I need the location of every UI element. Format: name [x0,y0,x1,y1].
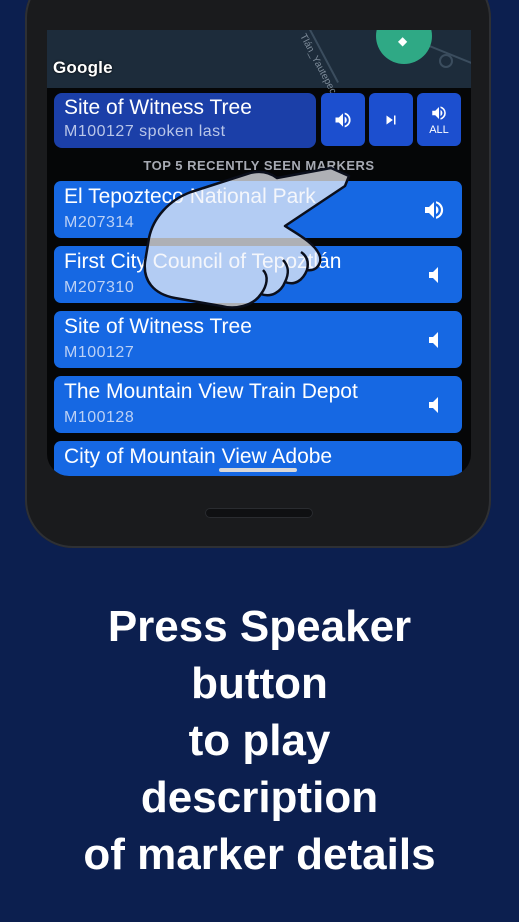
marker-title: El Tepozteco National Park [64,185,316,208]
marker-id: M100128 [64,409,135,426]
speaker-quiet-icon[interactable] [422,328,446,352]
speaker-quiet-icon[interactable] [422,393,446,417]
caption-line: to play [188,716,331,765]
map-view[interactable]: Tlán_Yautepec ◆ Google [47,30,471,96]
speak-button[interactable] [321,93,365,146]
skip-next-button[interactable] [369,93,413,146]
skip-next-icon [386,115,396,124]
map-marker [439,54,453,68]
marker-title: First City Council of Tepoztlán [64,250,342,273]
caption-line: button [191,659,328,708]
speaker-quiet-icon[interactable] [422,263,446,287]
marker-id: M100127 [64,344,135,361]
marker-title: City of Mountain View Adobe [64,445,333,468]
caption-line: of marker details [83,830,436,879]
list-item[interactable]: The Mountain View Train Depot M100128 [54,376,462,433]
section-header: TOP 5 RECENTLY SEEN MARKERS [143,158,375,173]
caption-line: description [140,773,379,822]
list-item[interactable]: Site of Witness Tree M100127 [54,311,462,368]
marker-id: M207310 [64,279,135,296]
speaker-icon [335,112,351,127]
list-item[interactable]: First City Council of Tepoztlán M207310 [54,246,462,303]
marker-title: The Mountain View Train Depot [64,380,358,403]
list-item[interactable]: El Tepozteco National Park M207314 [54,181,462,238]
now-speaking-subtitle: M100127 spoken last [64,123,226,140]
speak-all-button[interactable]: ALL [417,93,461,146]
speak-all-label: ALL [429,123,449,136]
now-speaking-title: Site of Witness Tree [64,96,252,119]
marker-list[interactable]: El Tepozteco National Park M207314 First… [54,181,462,476]
speaker-loud-icon[interactable] [422,198,446,222]
map-location-button[interactable]: ◆ [376,30,432,64]
gesture-nav-bar[interactable] [219,468,297,472]
caption-line: Press Speaker [107,602,412,651]
promo-caption: Press Speaker button to play description… [0,598,519,883]
google-attribution: Google [53,58,113,77]
location-icon: ◆ [398,34,408,48]
marker-id: M207314 [64,214,135,231]
speaker-icon [432,105,446,120]
phone-screen: Tlán_Yautepec ◆ Google Site of Witness T… [47,30,471,476]
phone-speaker-grille [205,508,313,518]
now-speaking-card[interactable]: Site of Witness Tree M100127 spoken last [54,93,316,148]
marker-title: Site of Witness Tree [64,315,252,338]
